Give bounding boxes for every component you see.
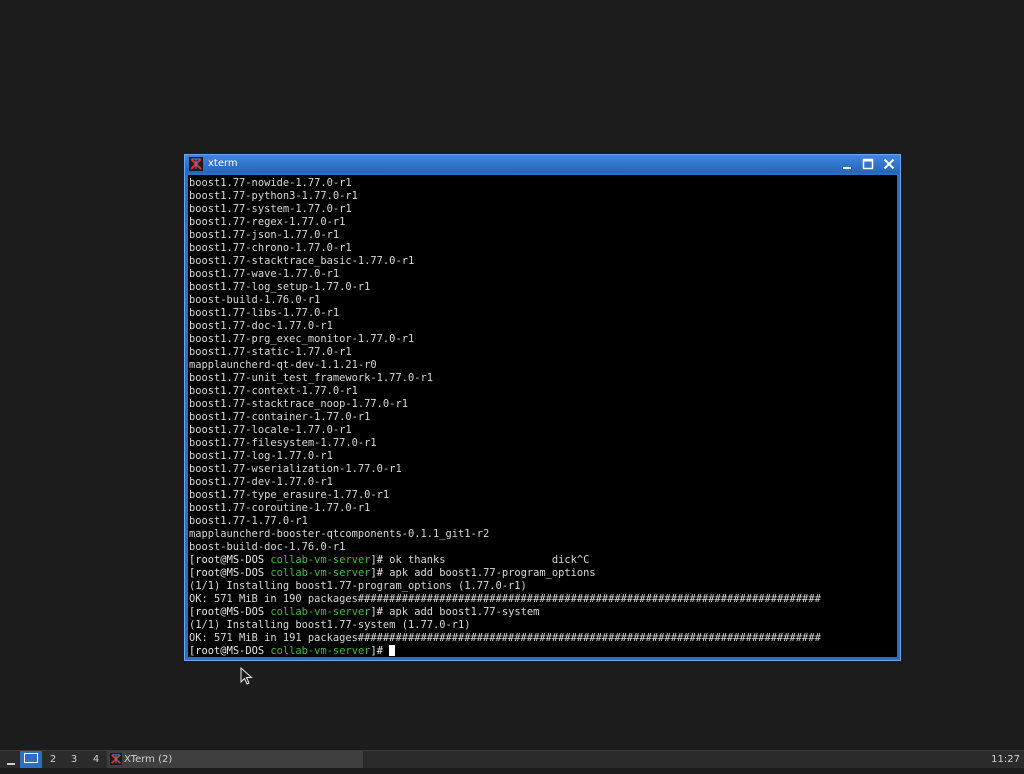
terminal-line: boost1.77-wave-1.77.0-r1 [189,268,340,280]
terminal-line: boost1.77-container-1.77.0-r1 [189,411,371,423]
terminal-line: boost1.77-libs-1.77.0-r1 [189,307,340,319]
prompt-dir: collab-vm-server [270,606,371,618]
output-line: (1/1) Installing boost1.77-program_optio… [189,580,527,592]
prompt-close: ]# [370,606,383,618]
clock: 11:27 [991,754,1020,765]
output-line: (1/1) Installing boost1.77-system (1.77.… [189,619,471,631]
prompt-user: root [195,606,221,618]
terminal-line: boost1.77-nowide-1.77.0-r1 [189,177,352,189]
prompt-close: ]# [370,645,383,657]
taskbar: 2 3 4 XTerm (2) 11:27 [0,750,1024,768]
terminal-line: boost1.77-regex-1.77.0-r1 [189,216,346,228]
workspace-2-button[interactable]: 2 [44,751,62,768]
mouse-pointer-icon [240,667,253,685]
terminal-line: boost1.77-type_erasure-1.77.0-r1 [189,489,390,501]
menu-icon [7,763,15,765]
taskbar-xterm-button[interactable]: XTerm (2) [107,751,363,768]
output-line: OK: 571 MiB in 191 packages#############… [189,632,821,644]
workspace-3-button[interactable]: 3 [65,751,83,768]
terminal-line: boost1.77-static-1.77.0-r1 [189,346,352,358]
terminal-line: boost1.77-coroutine-1.77.0-r1 [189,502,371,514]
prompt-host: MS-DOS [226,554,265,566]
taskbar-xterm-label: XTerm (2) [124,754,173,765]
window-title: xterm [208,158,238,169]
terminal-line: boost1.77-chrono-1.77.0-r1 [189,242,352,254]
terminal-cursor [389,645,396,656]
window-titlebar[interactable]: xterm [185,155,900,173]
terminal-line: boost1.77-stacktrace_noop-1.77.0-r1 [189,398,408,410]
xterm-app-icon [110,753,122,765]
prompt-line: [root@MS-DOS collab-vm-server]# apk add … [189,606,821,619]
terminal-line: boost1.77-dev-1.77.0-r1 [189,476,333,488]
terminal-line: boost1.77-python3-1.77.0-r1 [189,190,358,202]
prompt-host: MS-DOS [226,606,265,618]
prompt-close: ]# [370,554,383,566]
terminal-line: boost1.77-wserialization-1.77.0-r1 [189,463,402,475]
prompt-user: root [195,567,221,579]
xterm-window[interactable]: xterm boost1.77-nowide-1.77.0-r1 boost1.7… [184,154,901,661]
minimize-button[interactable] [839,157,855,171]
workspace-1-button[interactable] [20,751,42,768]
terminal-line: boost1.77-log_setup-1.77.0-r1 [189,281,371,293]
desktop-icon [24,753,38,763]
prompt-user: root [195,645,221,657]
prompt-line: [root@MS-DOS collab-vm-server]# apk add … [189,567,821,580]
terminal-output: boost1.77-nowide-1.77.0-r1 boost1.77-pyth… [189,177,821,657]
terminal-line: boost1.77-doc-1.77.0-r1 [189,320,333,332]
output-line: OK: 571 MiB in 190 packages#############… [189,593,821,605]
prompt-host: MS-DOS [226,567,265,579]
terminal-line: boost1.77-unit_test_framework-1.77.0-r1 [189,372,433,384]
prompt-host: MS-DOS [226,645,265,657]
prompt-command: apk add boost1.77-system [382,606,540,618]
terminal-line: boost1.77-log-1.77.0-r1 [189,450,333,462]
terminal-line: boost-build-doc-1.76.0-r1 [189,541,346,553]
prompt-dir: collab-vm-server [270,554,371,566]
start-menu-button[interactable] [4,751,18,768]
terminal-line: boost1.77-json-1.77.0-r1 [189,229,340,241]
prompt-dir: collab-vm-server [270,645,371,657]
workspace-4-button[interactable]: 4 [87,751,105,768]
prompt-line: [root@MS-DOS collab-vm-server]# [189,645,821,657]
close-button[interactable] [881,157,897,171]
terminal-line: boost1.77-context-1.77.0-r1 [189,385,358,397]
terminal-line: boost1.77-prg_exec_monitor-1.77.0-r1 [189,333,415,345]
xterm-app-icon [189,157,203,171]
prompt-line: [root@MS-DOS collab-vm-server]# ok thank… [189,554,821,567]
terminal-line: mapplauncherd-qt-dev-1.1.21-r0 [189,359,377,371]
terminal-line: boost1.77-stacktrace_basic-1.77.0-r1 [189,255,415,267]
prompt-command: ok thanks dick^C [382,554,590,566]
terminal-line: boost1.77-system-1.77.0-r1 [189,203,352,215]
terminal-area[interactable]: boost1.77-nowide-1.77.0-r1 boost1.77-pyth… [188,175,897,657]
prompt-command: apk add boost1.77-program_options [382,567,596,579]
prompt-user: root [195,554,221,566]
prompt-dir: collab-vm-server [270,567,371,579]
terminal-line: boost1.77-filesystem-1.77.0-r1 [189,437,377,449]
terminal-line: boost-build-1.76.0-r1 [189,294,321,306]
prompt-close: ]# [370,567,383,579]
maximize-button[interactable] [860,157,876,171]
terminal-line: mapplauncherd-booster-qtcomponents-0.1.1… [189,528,490,540]
terminal-line: boost1.77-locale-1.77.0-r1 [189,424,352,436]
terminal-line: boost1.77-1.77.0-r1 [189,515,308,527]
